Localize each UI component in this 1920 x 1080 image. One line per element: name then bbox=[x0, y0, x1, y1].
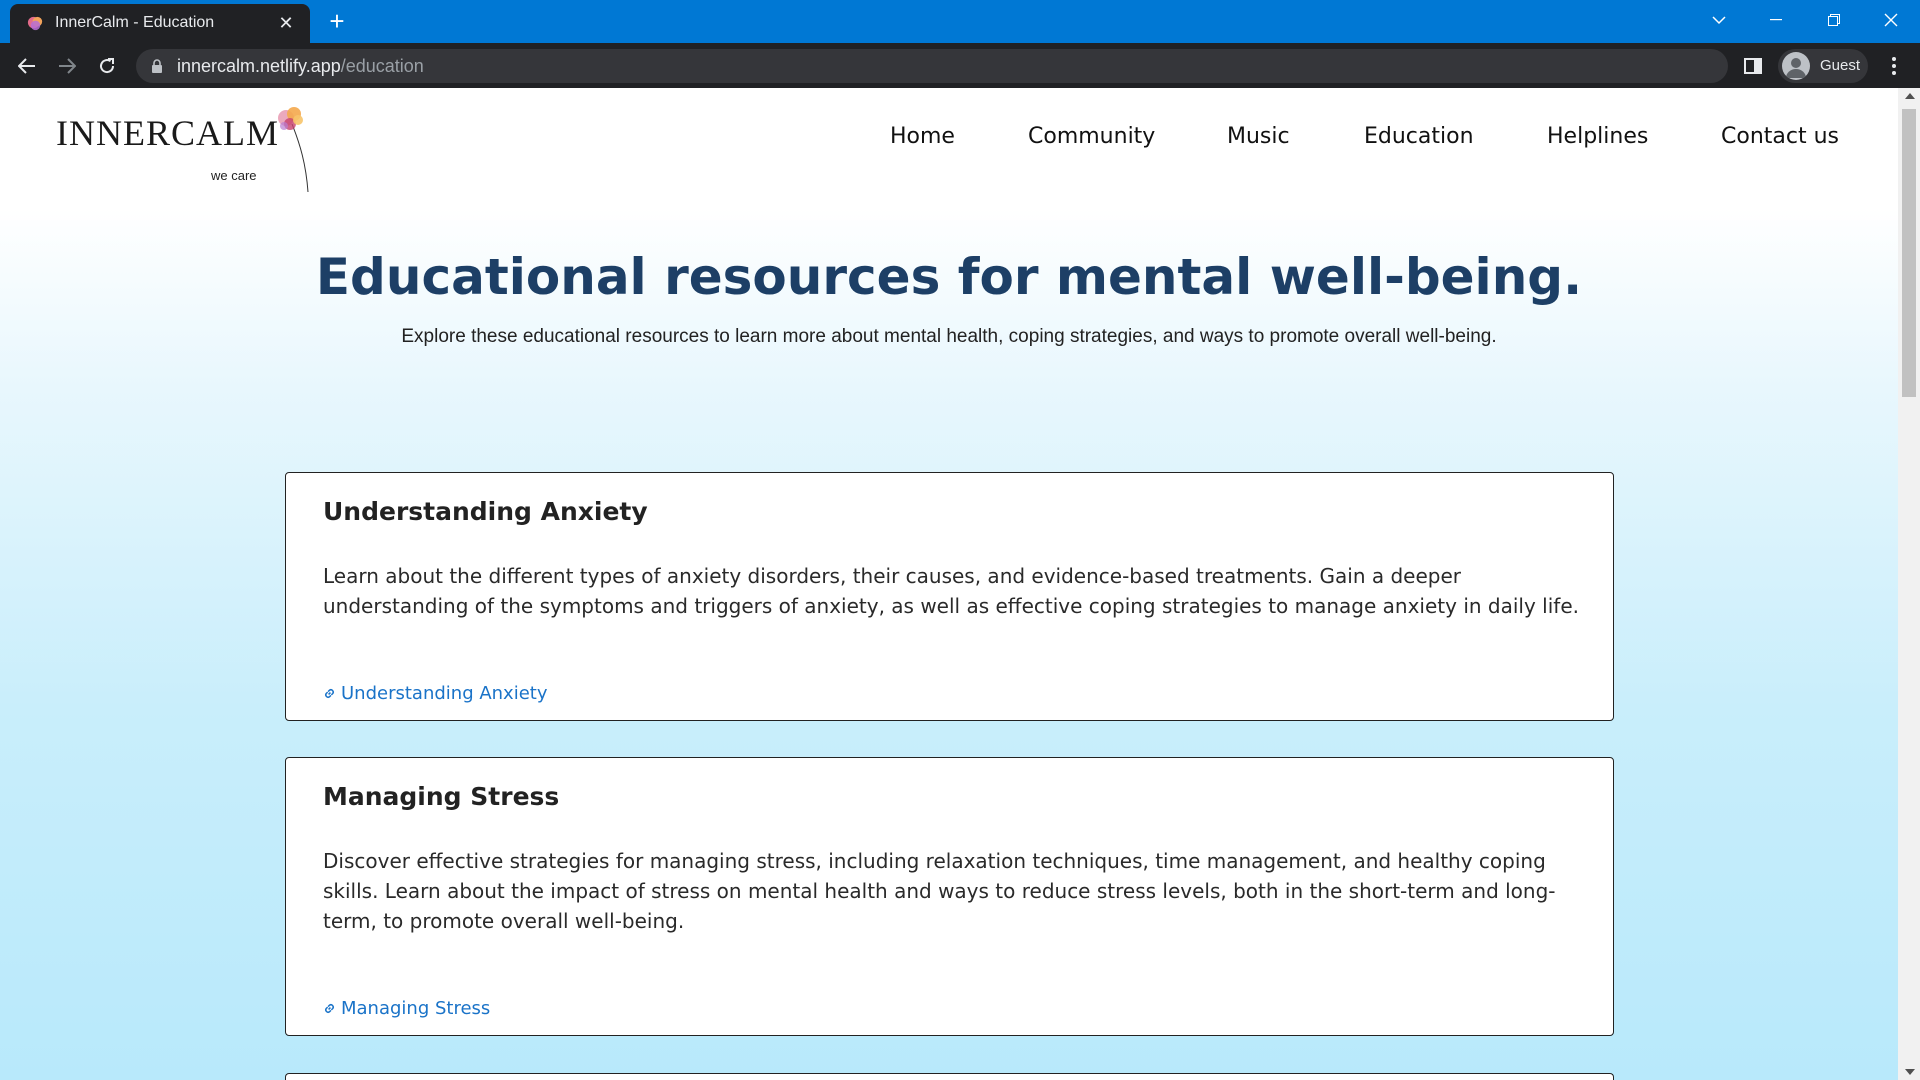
resource-card-partial bbox=[285, 1073, 1614, 1080]
nav-contact-us[interactable]: Contact us bbox=[1721, 124, 1839, 149]
card-resource-link[interactable]: Understanding Anxiety bbox=[323, 683, 548, 704]
page-title: Educational resources for mental well-be… bbox=[315, 248, 1583, 306]
guest-avatar-icon bbox=[1782, 52, 1810, 80]
nav-education[interactable]: Education bbox=[1364, 124, 1474, 149]
nav-community[interactable]: Community bbox=[1028, 124, 1155, 149]
tab-title: InnerCalm - Education bbox=[55, 14, 215, 31]
url-host: innercalm.netlify.app bbox=[177, 56, 341, 76]
page-scrollbar[interactable] bbox=[1898, 88, 1920, 1080]
nav-home[interactable]: Home bbox=[890, 124, 955, 149]
scrollbar-thumb[interactable] bbox=[1902, 109, 1916, 397]
close-window-button[interactable] bbox=[1862, 0, 1920, 40]
site-logo[interactable]: INNERCALM we care bbox=[56, 104, 326, 192]
reload-button[interactable] bbox=[92, 51, 122, 81]
browser-toolbar: innercalm.netlify.app/education Guest bbox=[0, 43, 1920, 88]
reload-icon bbox=[100, 58, 115, 74]
card-description: Learn about the different types of anxie… bbox=[323, 564, 1579, 618]
tab-strip: InnerCalm - Education ✕ + bbox=[0, 0, 1920, 43]
address-bar[interactable]: innercalm.netlify.app/education bbox=[136, 49, 1728, 83]
url-path: /education bbox=[340, 56, 424, 76]
resource-card: Managing Stress Discover effective strat… bbox=[285, 757, 1614, 1036]
profile-button[interactable]: Guest bbox=[1778, 49, 1868, 83]
back-button[interactable] bbox=[12, 51, 42, 81]
page-viewport: INNERCALM we care Home Community Music E… bbox=[0, 88, 1898, 1080]
arrow-right-icon bbox=[59, 58, 76, 74]
tab-search-button[interactable] bbox=[1690, 0, 1748, 40]
logo-wordmark: INNERCALM bbox=[56, 113, 279, 153]
side-panel-icon[interactable] bbox=[1741, 54, 1765, 78]
minimize-icon bbox=[1770, 19, 1782, 21]
forward-button[interactable] bbox=[52, 51, 82, 81]
minimize-button[interactable] bbox=[1747, 0, 1805, 40]
flower-logo-icon bbox=[278, 107, 309, 192]
resource-card: Understanding Anxiety Learn about the di… bbox=[285, 472, 1614, 721]
link-icon bbox=[325, 1004, 334, 1013]
card-link-label: Managing Stress bbox=[341, 998, 491, 1019]
more-menu-icon[interactable] bbox=[1882, 54, 1906, 78]
close-icon bbox=[1884, 13, 1898, 27]
restore-button[interactable] bbox=[1805, 0, 1863, 40]
card-resource-link[interactable]: Managing Stress bbox=[323, 998, 490, 1019]
link-icon bbox=[325, 689, 334, 698]
scroll-down-arrow-icon[interactable] bbox=[1905, 1069, 1915, 1075]
card-description: Discover effective strategies for managi… bbox=[323, 849, 1556, 933]
nav-music[interactable]: Music bbox=[1227, 124, 1290, 149]
profile-label: Guest bbox=[1820, 57, 1861, 74]
arrow-left-icon bbox=[18, 58, 35, 74]
logo-tagline: we care bbox=[211, 168, 257, 183]
close-tab-icon[interactable]: ✕ bbox=[276, 13, 296, 33]
active-tab[interactable]: InnerCalm - Education ✕ bbox=[10, 4, 310, 43]
card-title: Understanding Anxiety bbox=[323, 497, 648, 526]
nav-helplines[interactable]: Helplines bbox=[1547, 124, 1648, 149]
card-link-label: Understanding Anxiety bbox=[341, 683, 548, 704]
chevron-down-icon bbox=[1712, 16, 1726, 25]
page-subtitle: Explore these educational resources to l… bbox=[401, 326, 1497, 347]
card-title: Managing Stress bbox=[323, 782, 560, 811]
flower-favicon-icon bbox=[27, 16, 43, 31]
new-tab-button[interactable]: + bbox=[322, 6, 352, 36]
lock-icon[interactable] bbox=[150, 58, 164, 74]
url-text[interactable]: innercalm.netlify.app/education bbox=[177, 56, 424, 77]
restore-icon bbox=[1828, 14, 1840, 26]
scroll-up-arrow-icon[interactable] bbox=[1905, 93, 1915, 99]
